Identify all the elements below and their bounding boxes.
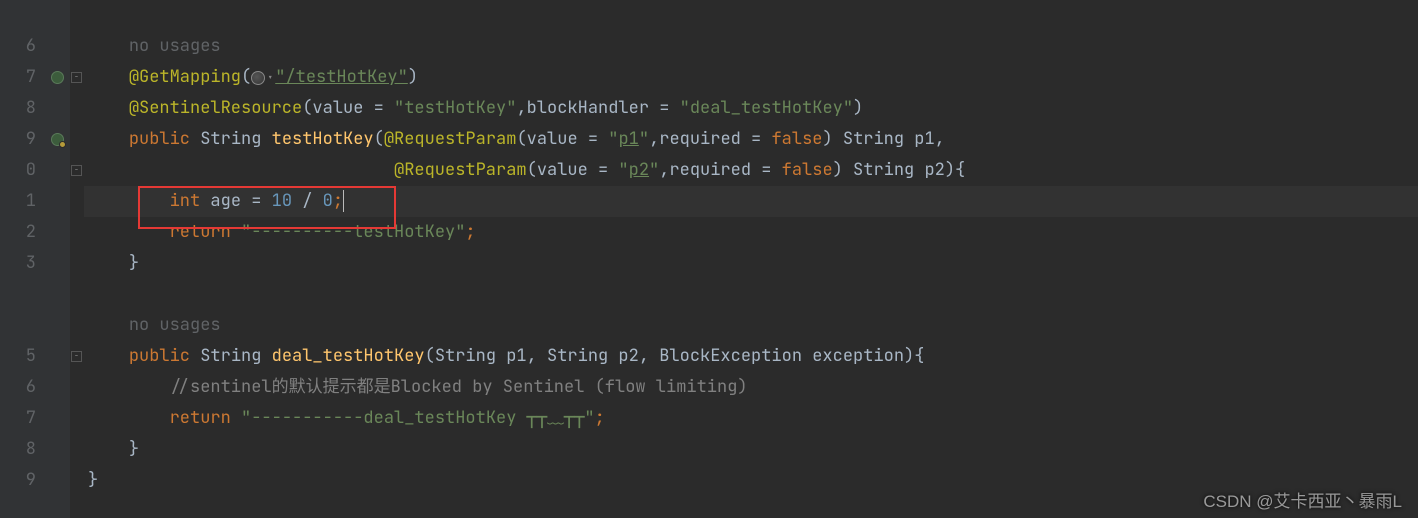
brace: } — [129, 252, 139, 274]
code-line[interactable]: return "-----------deal_testHotKey ┬┬﹏┬┬… — [84, 403, 1418, 434]
line-number: 9 — [0, 465, 36, 496]
line-number: 1 — [0, 186, 36, 217]
method-name: deal_testHotKey — [272, 345, 425, 367]
line-number: 7 — [0, 403, 36, 434]
code-line[interactable]: } — [84, 248, 1418, 279]
usages-hint[interactable]: no usages — [129, 314, 221, 336]
line-number — [0, 310, 36, 341]
annotation: @GetMapping — [129, 66, 241, 88]
code-area[interactable]: no usages @GetMapping(▾"/testHotKey") @S… — [84, 0, 1418, 518]
url-literal[interactable]: "/testHotKey" — [275, 66, 408, 88]
fold-toggle[interactable]: − — [71, 72, 82, 83]
watermark: CSDN @艾卡西亚丶暴雨L — [1203, 487, 1402, 512]
code-line[interactable] — [84, 0, 1418, 31]
code-line[interactable]: no usages — [84, 31, 1418, 62]
line-number: 6 — [0, 31, 36, 62]
code-line[interactable]: public String testHotKey(@RequestParam(v… — [84, 124, 1418, 155]
code-line[interactable]: @RequestParam(value = "p2",required = fa… — [84, 155, 1418, 186]
line-number: 9 — [0, 124, 36, 155]
usages-hint[interactable]: no usages — [129, 35, 221, 57]
gutter-icons — [48, 0, 70, 518]
line-number: 8 — [0, 93, 36, 124]
line-number: 0 — [0, 155, 36, 186]
endpoint-icon[interactable] — [51, 71, 64, 84]
code-editor[interactable]: 6 7 8 9 0 1 2 3 5 6 7 8 9 − − − no usage… — [0, 0, 1418, 518]
fold-toggle[interactable]: − — [71, 165, 82, 176]
brace — [88, 4, 108, 26]
brace: } — [88, 469, 98, 491]
code-line[interactable]: no usages — [84, 310, 1418, 341]
line-number-gutter: 6 7 8 9 0 1 2 3 5 6 7 8 9 — [0, 0, 48, 518]
method-name: testHotKey — [272, 128, 374, 150]
globe-icon[interactable] — [251, 71, 265, 85]
line-number: 8 — [0, 434, 36, 465]
spacer — [0, 0, 36, 31]
code-line[interactable]: @SentinelResource(value = "testHotKey",b… — [84, 93, 1418, 124]
annotation: @SentinelResource — [129, 97, 302, 119]
line-number: 5 — [0, 341, 36, 372]
chevron-down-icon[interactable]: ▾ — [267, 62, 273, 93]
line-number: 6 — [0, 372, 36, 403]
line-number: 3 — [0, 248, 36, 279]
text-caret — [343, 190, 344, 212]
comment: //sentinel的默认提示都是Blocked by Sentinel (fl… — [170, 376, 748, 398]
fold-gutter: − − − — [70, 0, 84, 518]
code-line[interactable] — [84, 279, 1418, 310]
brace: } — [129, 438, 139, 460]
line-number — [0, 279, 36, 310]
warning-icon[interactable] — [59, 141, 66, 148]
code-line[interactable]: @GetMapping(▾"/testHotKey") — [84, 62, 1418, 93]
code-line[interactable]: public String deal_testHotKey(String p1,… — [84, 341, 1418, 372]
code-line[interactable]: } — [84, 434, 1418, 465]
fold-toggle[interactable]: − — [71, 351, 82, 362]
line-number: 2 — [0, 217, 36, 248]
code-line-current[interactable]: int age = 10 / 0; — [84, 186, 1418, 217]
line-number: 7 — [0, 62, 36, 93]
code-line[interactable]: return "----------testHotKey"; — [84, 217, 1418, 248]
code-line[interactable]: //sentinel的默认提示都是Blocked by Sentinel (fl… — [84, 372, 1418, 403]
